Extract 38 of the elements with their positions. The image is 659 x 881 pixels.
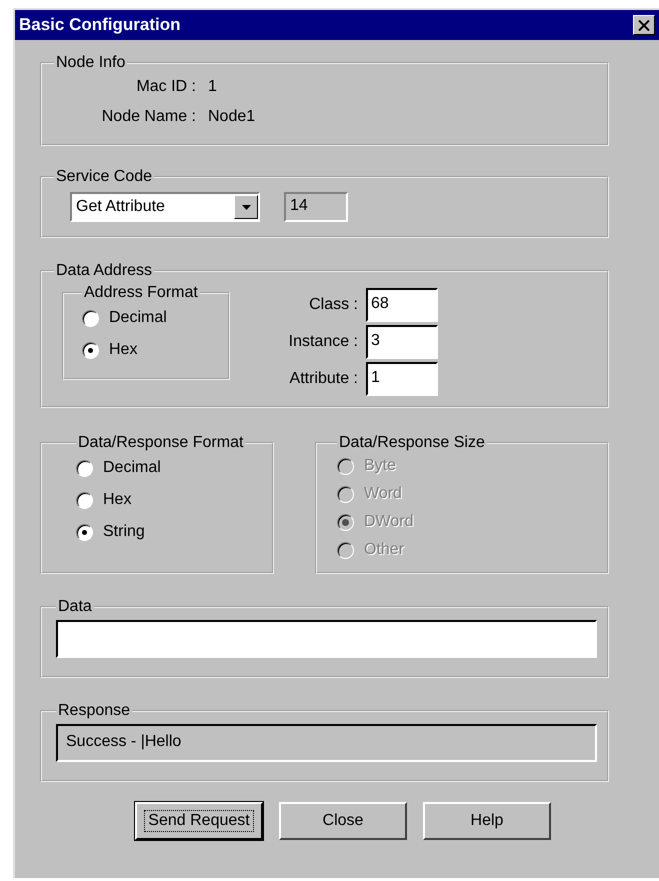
radio-option: DWord xyxy=(337,508,595,536)
radio-option[interactable]: Hex xyxy=(82,334,216,366)
input-field[interactable]: 68 xyxy=(366,288,438,322)
radio-option: Word xyxy=(337,480,595,508)
radio-option[interactable]: String xyxy=(76,516,260,548)
window-title: Basic Configuration xyxy=(19,15,181,35)
field-label: Mac ID : xyxy=(135,78,196,96)
group-title: Data Address xyxy=(55,262,154,280)
close-button[interactable] xyxy=(633,15,655,35)
radio-option: Byte xyxy=(337,452,595,480)
dialog-button[interactable]: Close xyxy=(279,802,407,840)
data-input-field[interactable] xyxy=(56,620,597,658)
group-title: Data/Response Format xyxy=(77,434,244,452)
group-title: Response xyxy=(57,702,132,720)
group-title: Data/Response Size xyxy=(338,434,486,452)
response-field: Success - |Hello xyxy=(56,724,597,762)
field-label: Attribute : xyxy=(288,370,358,388)
close-icon xyxy=(638,20,650,30)
field-value: 1 xyxy=(208,78,217,96)
group-title: Node Info xyxy=(55,54,126,72)
group-title: Service Code xyxy=(55,168,154,186)
field-value: Node1 xyxy=(208,108,256,126)
input-field[interactable]: 1 xyxy=(366,362,438,396)
field-label: Node Name : xyxy=(100,108,196,126)
dialog-button[interactable]: Help xyxy=(423,802,551,840)
field-label: Class : xyxy=(308,296,358,314)
input-field[interactable]: 3 xyxy=(366,325,438,359)
radio-option[interactable]: Hex xyxy=(76,484,260,516)
radio-option[interactable]: Decimal xyxy=(82,302,216,334)
dropdown-arrow-icon xyxy=(242,204,250,210)
service-dropdown[interactable]: Get Attribute xyxy=(70,192,260,222)
radio-option[interactable]: Decimal xyxy=(76,452,260,484)
dialog-button[interactable]: Send Request xyxy=(135,802,263,840)
radio-option: Other xyxy=(337,536,595,564)
code-field: 14 xyxy=(284,192,348,222)
field-label: Instance : xyxy=(288,333,358,351)
group-title: Data xyxy=(57,598,93,616)
group-title: Address Format xyxy=(83,284,199,302)
